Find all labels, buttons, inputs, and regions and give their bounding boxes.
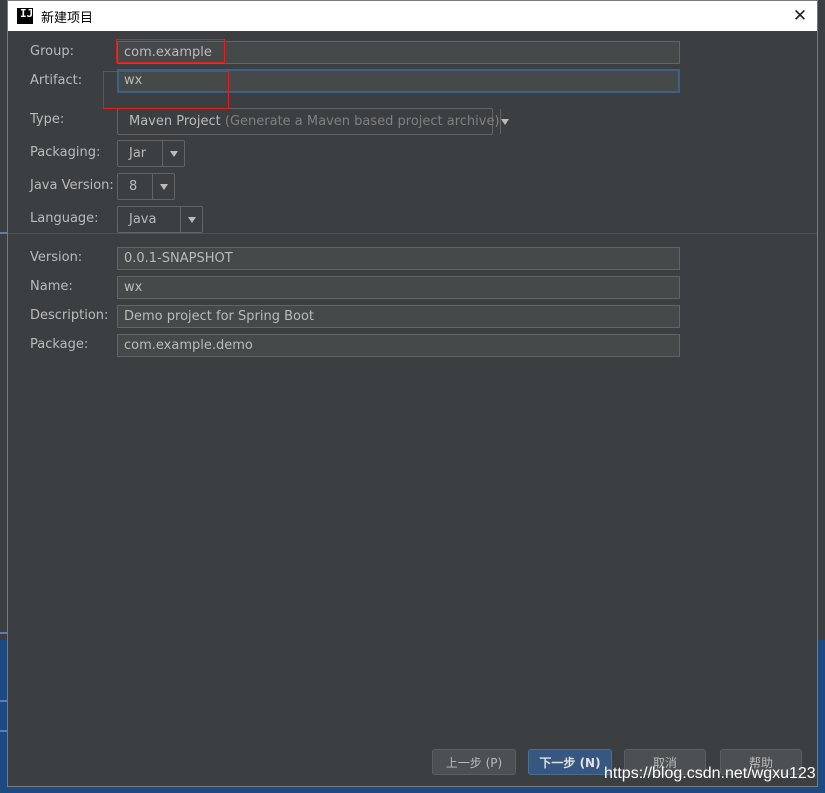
type-dropdown-value: Maven Project: [129, 114, 221, 129]
java-version-dropdown-value: 8: [129, 179, 138, 194]
new-project-dialog: IJ 新建项目 ✕ Group: com.example Artifact: w…: [7, 0, 818, 787]
intellij-app-icon: IJ: [17, 8, 33, 24]
type-dropdown-hint: (Generate a Maven based project archive): [224, 114, 500, 129]
version-field[interactable]: 0.0.1-SNAPSHOT: [117, 247, 680, 270]
language-label: Language:: [30, 211, 99, 226]
name-field[interactable]: wx: [117, 276, 680, 299]
packaging-label: Packaging:: [30, 145, 101, 160]
type-label: Type:: [30, 112, 65, 127]
dialog-title: 新建项目: [41, 10, 94, 26]
java-version-dropdown[interactable]: 8: [117, 173, 175, 200]
language-dropdown[interactable]: Java: [117, 206, 203, 233]
chevron-down-icon[interactable]: [162, 141, 184, 166]
packaging-dropdown[interactable]: Jar: [117, 140, 185, 167]
package-label: Package:: [30, 337, 89, 352]
language-dropdown-value: Java: [129, 212, 157, 227]
java-version-label: Java Version:: [30, 178, 114, 193]
chevron-down-icon[interactable]: [152, 174, 174, 199]
annotation-box-artifact: [103, 71, 229, 109]
previous-button[interactable]: 上一步 (P): [432, 749, 516, 775]
packaging-dropdown-value: Jar: [129, 146, 147, 161]
group-label: Group:: [30, 44, 74, 59]
watermark-text: https://blog.csdn.net/wgxu123: [604, 765, 816, 782]
title-bar[interactable]: IJ 新建项目 ✕: [8, 1, 817, 31]
chevron-down-icon[interactable]: [180, 207, 202, 232]
artifact-label: Artifact:: [30, 73, 83, 88]
version-label: Version:: [30, 250, 83, 265]
package-field[interactable]: com.example.demo: [117, 334, 680, 357]
chevron-down-icon[interactable]: [499, 109, 509, 134]
next-button[interactable]: 下一步 (N): [528, 749, 612, 775]
name-label: Name:: [30, 279, 73, 294]
description-label: Description:: [30, 308, 109, 323]
section-divider: [8, 233, 817, 234]
annotation-box-group: [116, 39, 225, 63]
description-field[interactable]: Demo project for Spring Boot: [117, 305, 680, 328]
type-dropdown[interactable]: Maven Project (Generate a Maven based pr…: [117, 108, 509, 135]
close-icon[interactable]: ✕: [789, 5, 811, 27]
